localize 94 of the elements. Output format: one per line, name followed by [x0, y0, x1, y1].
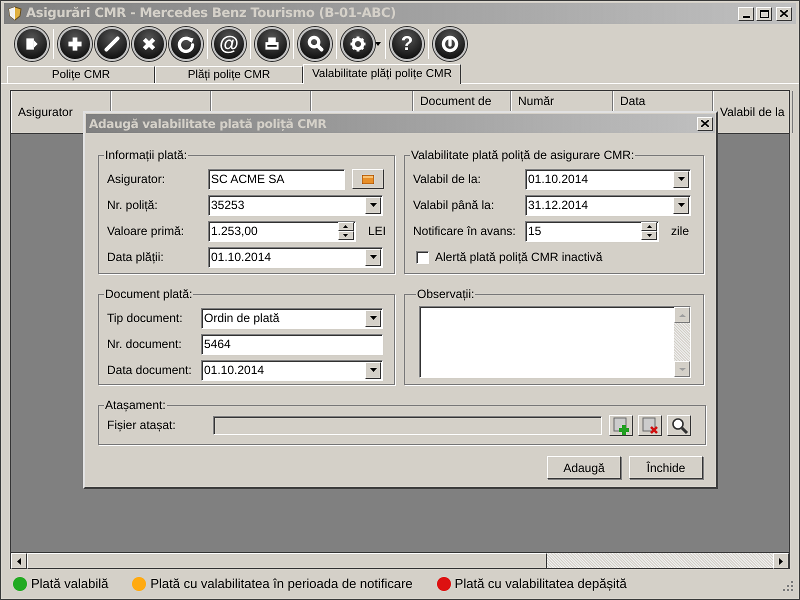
close-dialog-button[interactable]: Închide [629, 456, 703, 479]
toolbar-button[interactable]: ? [390, 27, 424, 61]
field-label: Nr. poliță: [107, 197, 159, 214]
view-file-button[interactable] [667, 414, 691, 436]
field-label: Nr. document: [107, 336, 183, 353]
scroll-left-button[interactable] [11, 553, 27, 569]
field-label: Valabil până la: [413, 197, 496, 214]
field-label: Fișier atașat: [107, 417, 177, 434]
folder-icon [362, 174, 374, 184]
refresh-button[interactable] [169, 27, 203, 61]
add-button[interactable] [58, 27, 92, 61]
checkbox-label: Alertă plată poliță CMR inactivă [435, 249, 602, 266]
input-field[interactable]: 5464 [201, 334, 383, 354]
maximize-button[interactable] [756, 6, 772, 20]
edit-button[interactable] [95, 27, 129, 61]
search-button[interactable] [298, 27, 332, 61]
field-label: Asigurator: [107, 171, 166, 188]
legend-label: Plată cu valabilitatea în perioada de notificare [150, 575, 413, 594]
scroll-up-button[interactable] [674, 307, 690, 323]
spin-down-button[interactable] [641, 231, 657, 240]
dropdown-field[interactable]: 01.10.2014 [201, 360, 383, 380]
print-button[interactable] [255, 27, 289, 61]
dropdown-field[interactable]: 31.12.2014 [525, 194, 691, 216]
group-title: Informații plată: [104, 147, 188, 164]
group-title: Valabilitate plată poliță de asigurare CMR: [410, 147, 636, 164]
dropdown-field[interactable]: 35253 [208, 194, 383, 216]
delete-button[interactable] [132, 27, 166, 61]
resize-grip-icon [783, 581, 793, 591]
minimize-button[interactable] [738, 6, 754, 20]
toolbar-button[interactable]: @ [212, 27, 246, 61]
caret-icon [375, 42, 381, 46]
scroll-thumb[interactable] [27, 553, 547, 569]
add-button[interactable]: Adaugă [547, 456, 621, 479]
settings-button[interactable] [341, 27, 375, 61]
tab[interactable]: Polițe CMR [7, 66, 155, 83]
unit-label: LEI [368, 223, 386, 240]
scroll-down-button[interactable] [674, 361, 690, 377]
magnifier-icon [670, 416, 688, 434]
close-icon [701, 120, 709, 127]
notes-field[interactable] [419, 306, 691, 378]
field-label: Data plății: [107, 249, 165, 266]
tab[interactable]: Valabilitate plăți polițe CMR [303, 64, 461, 84]
unit-label: zile [671, 223, 690, 240]
checkbox[interactable] [416, 250, 429, 264]
power-button[interactable] [433, 27, 467, 61]
up-arrow-icon [343, 225, 348, 228]
exit-button[interactable] [15, 27, 49, 61]
dropdown-arrow-icon [678, 203, 684, 207]
group-title: Document plată: [104, 286, 194, 303]
file-field[interactable] [213, 416, 602, 434]
group-title: Observații: [416, 286, 476, 303]
dropdown-arrow-icon [370, 316, 376, 320]
dropdown-arrow-icon [370, 203, 376, 207]
lookup-button[interactable] [352, 169, 384, 189]
group-title: Atașament: [104, 397, 167, 414]
spin-up-button[interactable] [641, 222, 657, 231]
minimize-icon [742, 16, 750, 18]
right-arrow-icon [779, 558, 783, 564]
field-label: Notificare în avans: [413, 223, 517, 240]
down-arrow-icon [343, 234, 348, 237]
field-label: Data document: [107, 362, 193, 379]
spin-field[interactable]: 15 [525, 220, 659, 242]
dropdown-field[interactable]: 01.10.2014 [208, 246, 383, 268]
up-arrow-icon [678, 314, 686, 316]
add-file-button[interactable] [609, 414, 633, 436]
dropdown-field[interactable]: Ordin de plată [201, 308, 383, 328]
legend-label: Plată cu valabilitatea depășită [454, 575, 627, 594]
maximize-icon [760, 10, 768, 18]
field-label: Valoare primă: [107, 223, 186, 240]
scroll-right-button[interactable] [773, 553, 789, 569]
file-cross-icon [640, 416, 660, 434]
tab[interactable]: Plăți polițe CMR [155, 66, 303, 83]
close-button[interactable] [776, 6, 792, 20]
left-arrow-icon [17, 558, 21, 564]
down-arrow-icon [646, 234, 652, 237]
down-arrow-icon [678, 368, 686, 370]
input-field[interactable]: SC ACME SA [208, 168, 345, 190]
dialog-close-button[interactable] [697, 116, 713, 130]
spin-field[interactable]: 1.253,00 [208, 220, 356, 242]
shield-icon [8, 6, 22, 21]
up-arrow-icon [646, 225, 652, 228]
spin-up-button[interactable] [338, 222, 354, 231]
file-plus-icon [612, 416, 630, 434]
dropdown-field[interactable]: 01.10.2014 [525, 168, 691, 190]
remove-file-button[interactable] [638, 414, 662, 436]
spin-down-button[interactable] [338, 231, 354, 240]
close-icon [780, 10, 788, 17]
field-label: Valabil de la: [413, 171, 482, 188]
field-label: Tip document: [107, 310, 184, 327]
window-title: Asigurări CMR - Mercedes Benz Tourismo (B-01-ABC) [26, 4, 396, 23]
dropdown-arrow-icon [370, 368, 376, 372]
legend-label: Plată valabilă [31, 575, 108, 594]
dropdown-arrow-icon [370, 255, 376, 259]
dropdown-arrow-icon [678, 177, 684, 181]
